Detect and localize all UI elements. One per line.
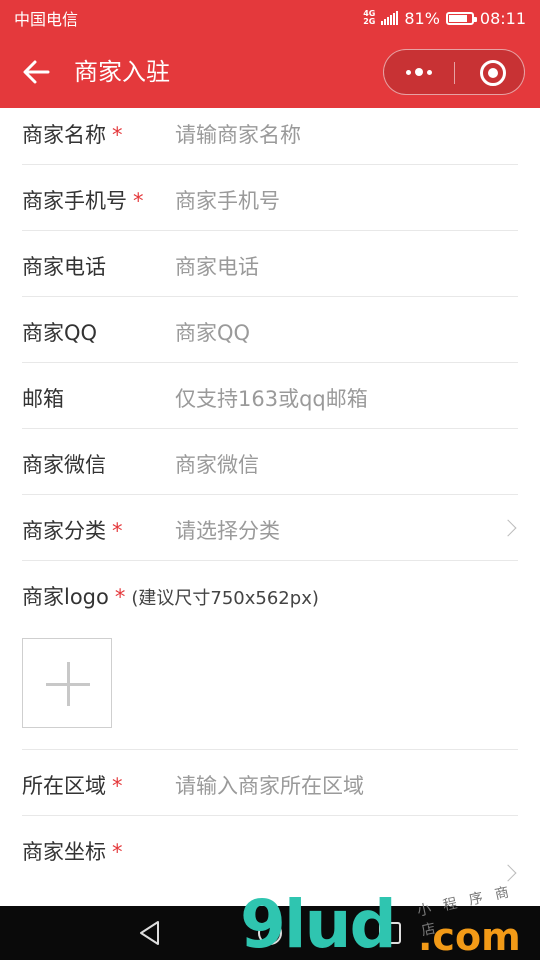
logo-size-hint: (建议尺寸750x562px) [131,588,319,609]
logo-upload-button[interactable] [22,638,112,728]
nav-home-icon[interactable] [257,920,283,946]
form-row-region: 所在区域 * 请输入商家所在区域 [22,750,518,816]
nav-recents-icon[interactable] [378,920,402,946]
form-row-mobile: 商家手机号 * 商家手机号 [22,165,518,231]
email-input[interactable]: 仅支持163或qq邮箱 [175,383,368,413]
header: 中国电信 4G 2G 81% 08:11 商家入驻 [0,0,540,108]
mini-program-capsule [383,49,525,95]
chevron-right-icon [499,864,517,882]
back-arrow-icon[interactable] [20,56,52,88]
field-label: 商家微信 [22,453,106,477]
nav-bar: 商家入驻 [0,36,540,108]
battery-level [448,14,467,22]
form-row-wechat: 商家微信 商家微信 [22,429,518,495]
wechat-input[interactable]: 商家微信 [175,449,259,479]
clock: 08:11 [479,8,526,28]
network-type-icon: 4G 2G [363,9,376,26]
region-input[interactable]: 请输入商家所在区域 [175,770,364,800]
qq-input[interactable]: 商家QQ [175,317,250,347]
nav-back-icon[interactable] [138,920,162,946]
battery-percent: 81% [404,8,440,28]
chevron-right-icon [499,519,517,537]
form-row-qq: 商家QQ 商家QQ [22,297,518,363]
field-label: 邮箱 [22,387,64,411]
page-title: 商家入驻 [74,58,170,86]
system-nav-bar [0,906,540,960]
status-indicators: 4G 2G 81% 08:11 [363,9,526,28]
form-row-email: 邮箱 仅支持163或qq邮箱 [22,363,518,429]
battery-icon [445,11,477,25]
field-label: 所在区域 * [22,774,123,798]
form-row-coords[interactable]: 商家坐标 * [22,816,518,906]
form-row-shop-name: 商家名称 * 请输商家名称 [22,108,518,165]
field-label: 商家名称 * [22,123,123,147]
field-label: 商家logo * (建议尺寸750x562px) [22,585,319,609]
shop-name-input[interactable]: 请输商家名称 [175,119,301,149]
form-row-phone: 商家电话 商家电话 [22,231,518,297]
close-miniprogram-icon[interactable] [480,60,506,86]
field-label: 商家手机号 * [22,189,144,213]
capsule-divider [454,62,455,84]
phone-input[interactable]: 商家电话 [175,251,259,281]
field-label: 商家电话 [22,255,106,279]
status-bar: 中国电信 4G 2G 81% 08:11 [0,0,540,36]
category-select[interactable]: 请选择分类 [175,515,280,545]
field-label: 商家QQ [22,321,98,345]
mobile-input[interactable]: 商家手机号 [175,185,280,215]
field-label: 商家坐标 * [22,840,123,864]
signal-icon [381,11,399,25]
carrier-text: 中国电信 [14,10,79,29]
field-label: 商家分类 * [22,519,123,543]
form-row-category[interactable]: 商家分类 * 请选择分类 [22,495,518,561]
more-menu-icon[interactable] [384,50,454,94]
